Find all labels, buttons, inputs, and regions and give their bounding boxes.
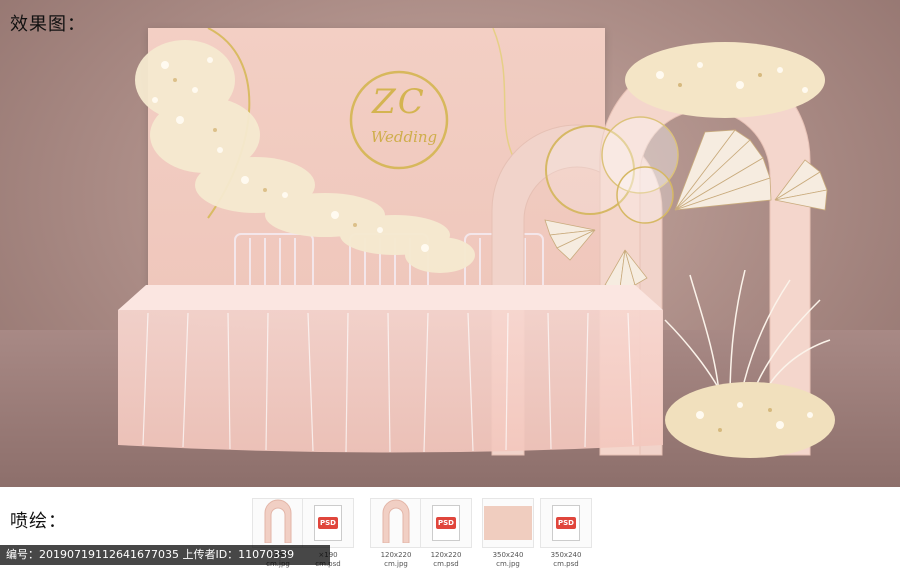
effect-label: 效果图：: [10, 14, 86, 35]
psd-badge: PSD: [556, 517, 576, 529]
psd-file-icon: PSD: [552, 505, 580, 541]
file-thumbnail-caption: 350x240 cm.psd: [550, 551, 582, 568]
file-thumbnail[interactable]: [370, 498, 422, 548]
arch-image-icon: [381, 499, 411, 547]
file-thumbnail[interactable]: PSD: [420, 498, 472, 548]
file-thumbnail-caption: 120x220 cm.psd: [430, 551, 462, 568]
baby-breath-flower-ground: [665, 382, 835, 458]
psd-badge: PSD: [436, 517, 456, 529]
backdrop-image-icon: [484, 506, 532, 540]
print-label: 喷绘：: [10, 511, 67, 532]
psd-file-icon: PSD: [314, 505, 342, 541]
psd-badge: PSD: [318, 517, 338, 529]
baby-breath-flower-cascade-left: [135, 40, 475, 273]
psd-file-icon: PSD: [432, 505, 460, 541]
file-thumbnail[interactable]: PSD: [302, 498, 354, 548]
file-thumbnail-caption: 350x240 cm.jpg: [492, 551, 524, 568]
paper-fan-decorations: [544, 129, 828, 289]
wedding-render-scene: ZC Wedding 效果图：: [0, 0, 900, 487]
head-table-with-tulle-skirt: [118, 285, 663, 453]
file-thumbnail[interactable]: [482, 498, 534, 548]
arch-image-icon: [263, 499, 293, 547]
footer-id-bar: 编号：20190719112641677035 上传者ID：11070339: [0, 545, 330, 565]
file-thumbnail[interactable]: PSD: [540, 498, 592, 548]
file-thumbnail[interactable]: [252, 498, 304, 548]
baby-breath-flower-arch-top: [625, 42, 825, 118]
